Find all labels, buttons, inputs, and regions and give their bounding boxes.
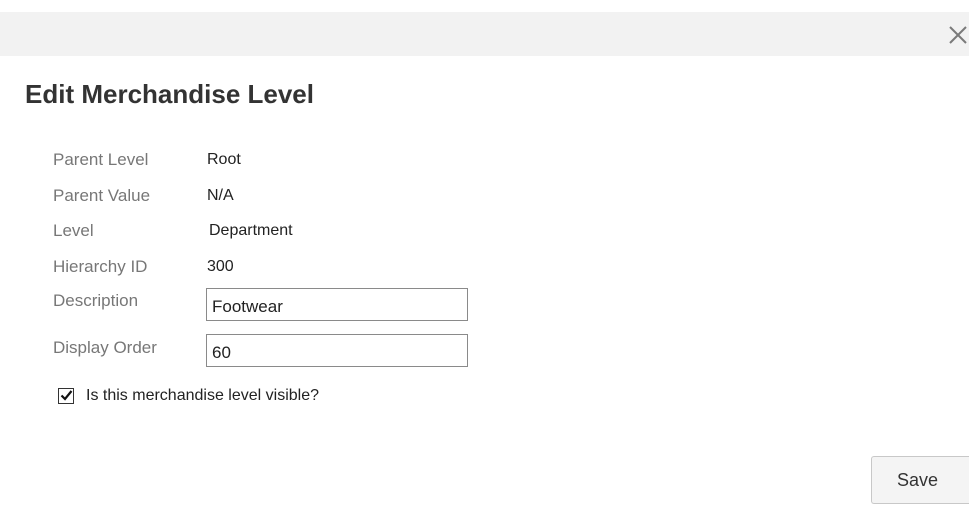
visible-checkbox-label: Is this merchandise level visible?	[86, 387, 319, 404]
close-button[interactable]	[947, 24, 969, 46]
checkmark-icon	[60, 390, 73, 401]
hierarchy-id-label: Hierarchy ID	[53, 257, 148, 276]
visible-checkbox[interactable]	[58, 388, 74, 404]
save-button[interactable]: Save	[871, 456, 969, 504]
level-label: Level	[53, 221, 94, 240]
dialog-title: Edit Merchandise Level	[25, 79, 314, 109]
close-icon	[949, 26, 967, 44]
description-label: Description	[53, 291, 139, 310]
edit-merchandise-level-dialog: Edit Merchandise Level Parent Level Root…	[0, 0, 969, 529]
dialog-header-bar	[0, 12, 969, 56]
hierarchy-id-value: 300	[207, 258, 234, 275]
parent-value-value: N/A	[207, 187, 234, 204]
parent-level-value: Root	[207, 151, 241, 168]
display-order-input[interactable]	[206, 334, 468, 367]
level-value: Department	[209, 222, 293, 239]
description-input[interactable]	[206, 288, 468, 321]
display-order-label: Display Order	[53, 338, 157, 357]
parent-value-label: Parent Value	[53, 186, 151, 205]
parent-level-label: Parent Level	[53, 150, 149, 169]
